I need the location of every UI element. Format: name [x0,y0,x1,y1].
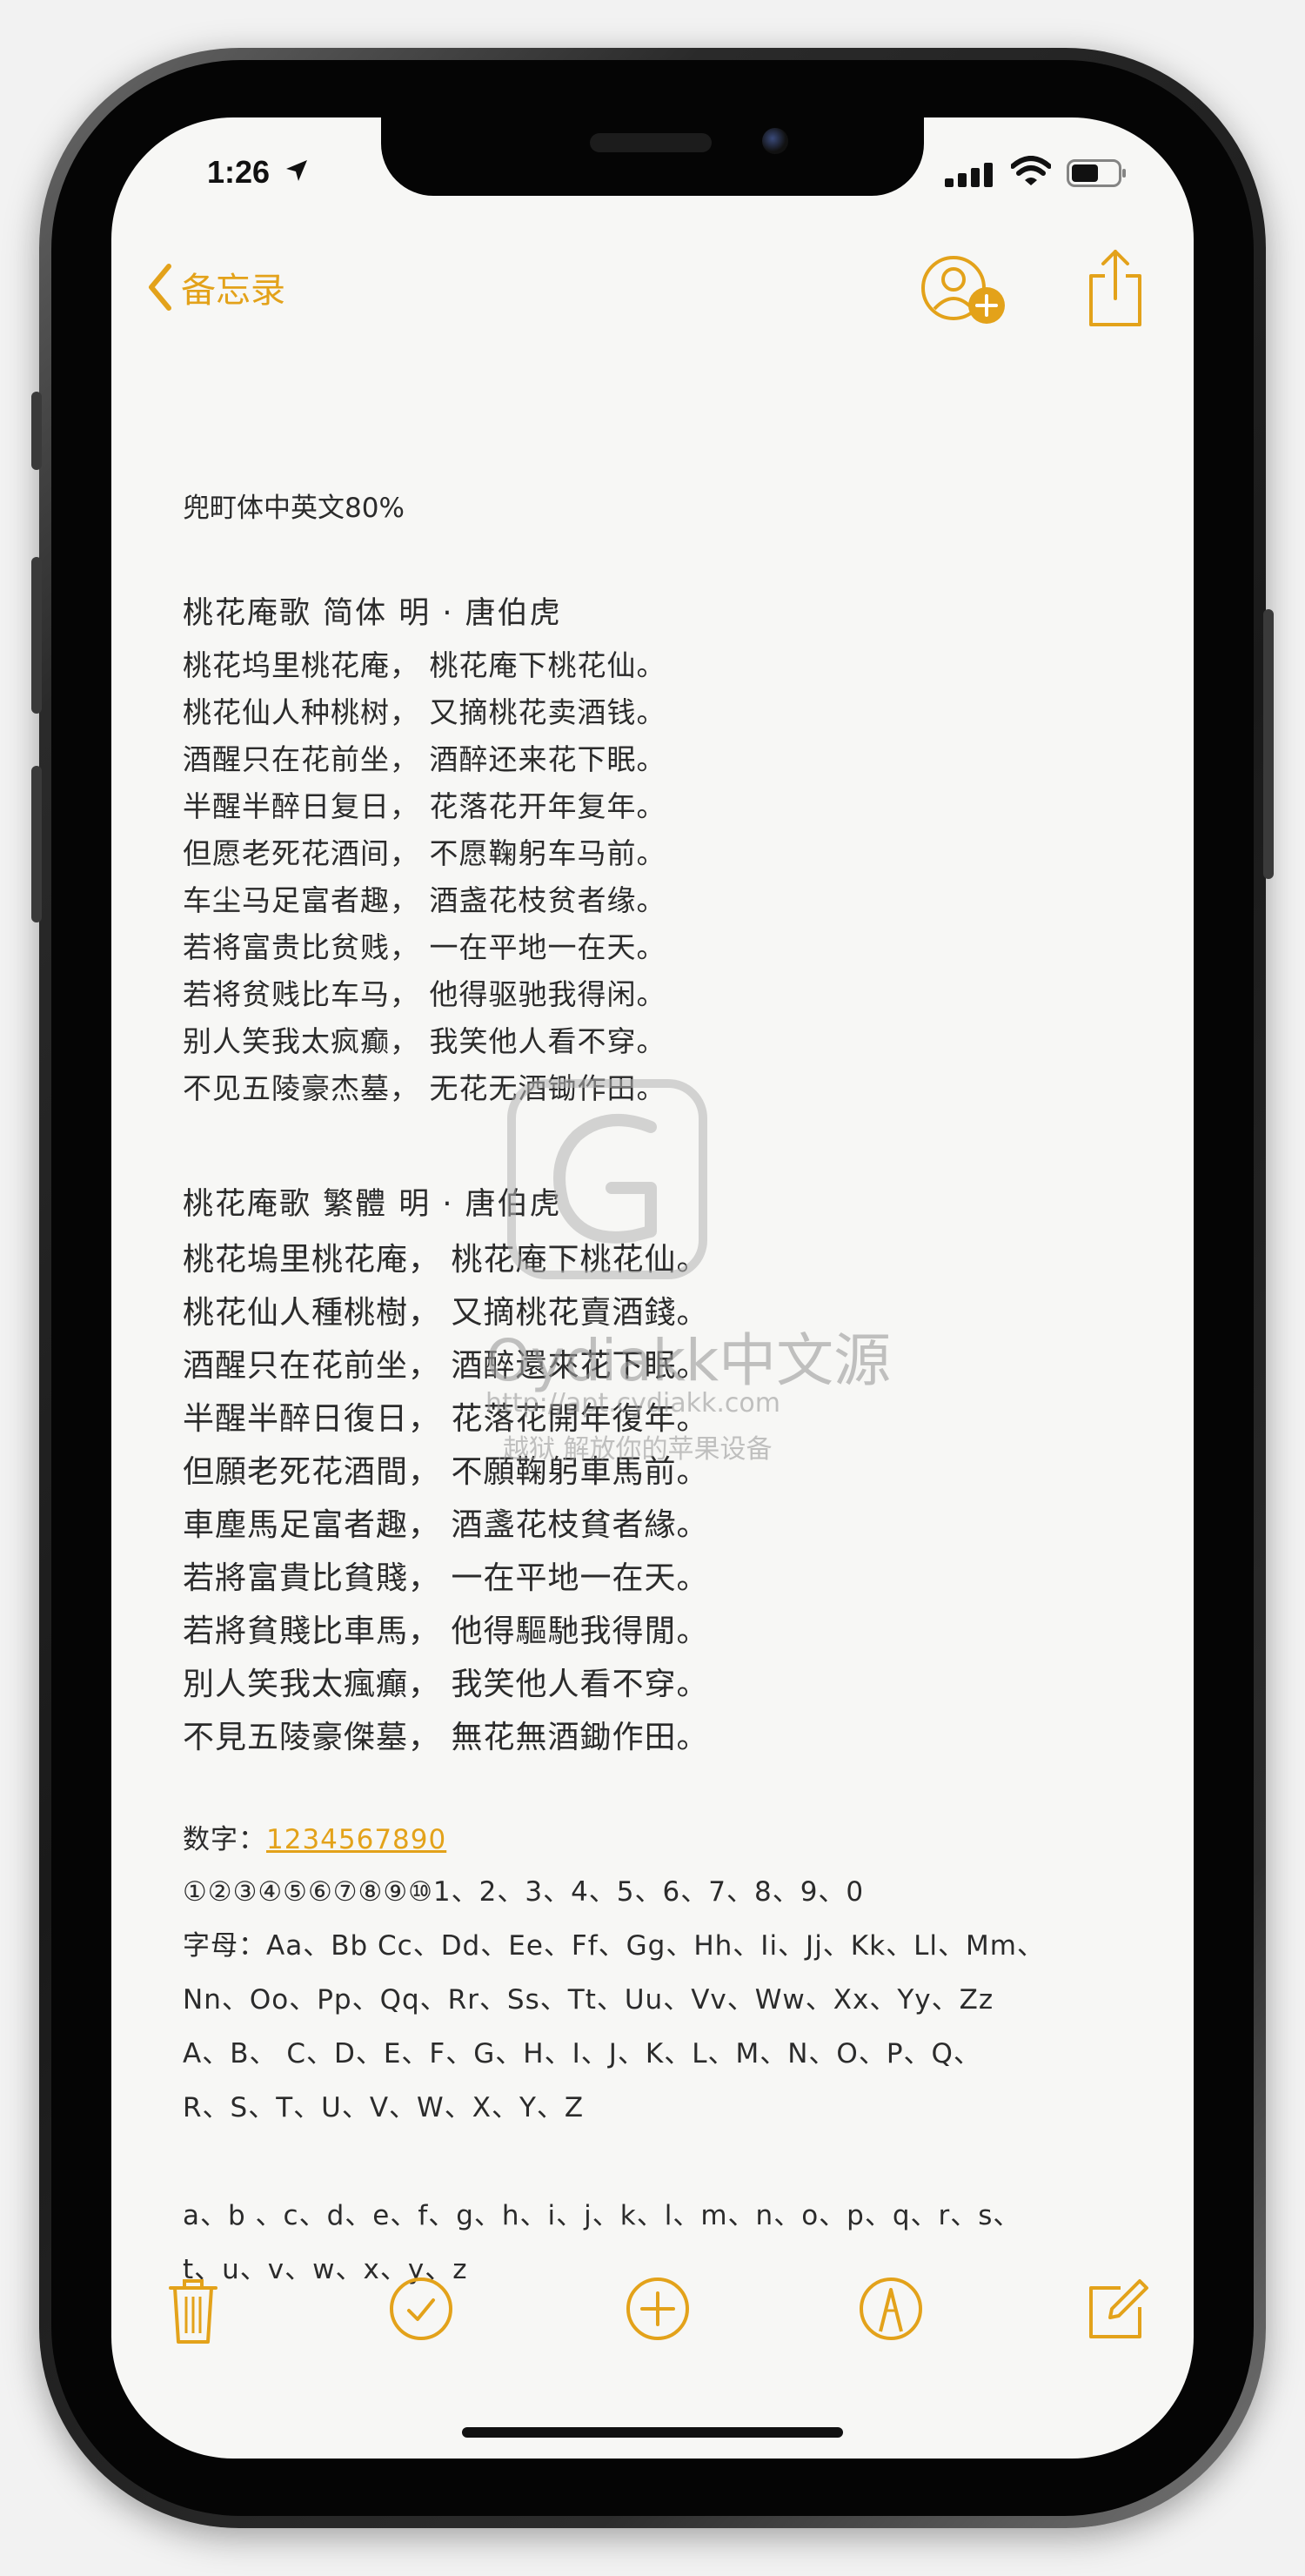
poem-line: 不見五陵豪傑墓， 無花無酒鋤作田。 [183,1720,709,1755]
poem-line: 若将贫贱比车马， 他得驱驰我得闲。 [183,977,666,1011]
share-icon[interactable] [1084,248,1147,328]
poem-line: 若將富貴比貧賤， 一在平地一在天。 [183,1560,709,1596]
trash-icon[interactable] [167,2276,219,2345]
back-label: 备忘录 [181,271,285,311]
watermark-brand: Oydiakk中文源 [485,1327,892,1394]
power-button [1263,609,1274,879]
poem-line: 别人笑我太疯癫， 我笑他人看不穿。 [183,1024,666,1058]
poem-line: 別人笑我太瘋癲， 我笑他人看不穿。 [183,1667,709,1702]
wifi-icon [1011,156,1051,185]
poem-line: 酒醒只在花前坐， 酒醉还来花下眠。 [183,742,666,776]
mute-switch [31,392,42,470]
poem-line: 若将富贵比贫贱， 一在平地一在天。 [183,930,666,964]
uppercase-line: R、S、T、U、V、W、X、Y、Z [183,2092,585,2123]
poem-line: 桃花仙人种桃树， 又摘桃花卖酒钱。 [183,695,666,729]
speaker-grille [590,133,712,152]
poem-line: 不见五陵豪杰墓， 无花无酒锄作田。 [183,1071,666,1105]
add-person-icon[interactable] [920,255,1007,328]
uppercase-line: A、B、 C、D、E、F、G、H、I、J、K、L、M、N、O、P、Q、 [183,2038,981,2070]
poem-line: 桃花塢里桃花庵， 桃花庵下桃花仙。 [183,1242,709,1278]
markup-pen-icon[interactable] [858,2276,924,2342]
lowercase-line: a、b 、c、d、e、f、g、h、i、j、k、l、m、n、o、p、q、r、s、 [183,2200,1021,2231]
digits-row: 数字：1234567890 [183,1817,446,1856]
poem-line: 车尘马足富者趣， 酒盏花枝贫者缘。 [183,883,666,917]
front-camera [762,128,788,154]
battery-icon [1067,159,1126,187]
plus-circle-icon[interactable] [625,2276,691,2342]
letters-line: Nn、Oo、Pp、Qq、Rr、Ss、Tt、Uu、Vv、Ww、Xx、Yy、Zz [183,1984,994,2016]
poem-title-traditional: 桃花庵歌 繁體 明 · 唐伯虎 [183,1187,562,1222]
volume-up-button [31,557,42,714]
volume-down-button [31,766,42,922]
poem-line: 若將貧賤比車馬， 他得驅馳我得閒。 [183,1613,709,1649]
location-arrow-icon [286,160,307,181]
back-button[interactable]: 备忘录 [146,262,285,312]
note-meta-line: 兜町体中英文80% [183,493,405,524]
status-time: 1:26 [207,154,271,190]
poem-title-simplified: 桃花庵歌 简体 明 · 唐伯虎 [183,596,562,631]
circled-digits-line: ①②③④⑤⑥⑦⑧⑨⑩1、2、3、4、5、6、7、8、9、0 [183,1876,865,1908]
digits-label: 数字： [183,1824,266,1855]
watermark-url: http://apt.cydiakk.com [485,1388,780,1419]
poem-line: 車塵馬足富者趣， 酒盞花枝貧者緣。 [183,1507,709,1543]
letters-line: 字母：Aa、Bb Cc、Dd、Ee、Ff、Gg、Hh、Ii、Jj、Kk、Ll、M… [183,1930,1045,1962]
chevron-left-icon [149,264,171,311]
poem-line: 桃花坞里桃花庵， 桃花庵下桃花仙。 [183,648,666,682]
cellular-signal-icon [945,163,993,187]
home-indicator[interactable] [462,2427,843,2438]
poem-line: 半醒半醉日复日， 花落花开年复年。 [183,789,666,823]
watermark-slogan: 越狱 解放你的苹果设备 [503,1434,773,1465]
screen: 1:26 备忘录 兜町体中英文80% 桃花庵歌 简体 明 · 唐伯虎 桃花坞里桃… [111,117,1194,2459]
compose-icon[interactable] [1086,2276,1152,2342]
digits-phone-link[interactable]: 1234567890 [266,1824,446,1855]
checkmark-circle-icon[interactable] [388,2276,454,2342]
poem-line: 但愿老死花酒间， 不愿鞠躬车马前。 [183,836,666,870]
notch [381,117,924,196]
